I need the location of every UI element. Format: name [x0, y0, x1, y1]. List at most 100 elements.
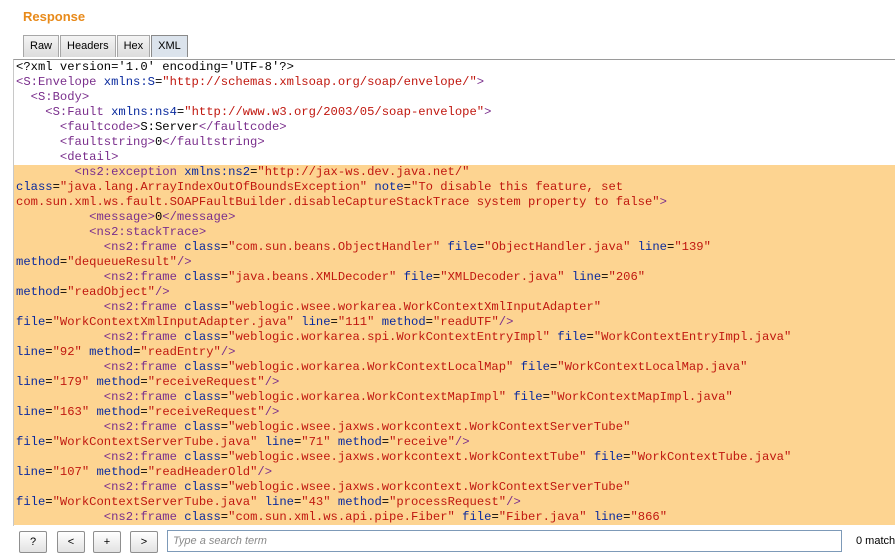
tab-hex[interactable]: Hex	[116, 35, 151, 57]
search-bar: ? < + > 0 matches	[0, 526, 895, 556]
xml-line: <ns2:stackTrace>	[14, 225, 895, 240]
xml-attr-name: line	[564, 270, 602, 284]
xml-attr-value: "receiveRequest"	[147, 405, 265, 419]
xml-attr-value: "weblogic.wsee.jaxws.workcontext.WorkCon…	[228, 450, 587, 464]
xml-attr-name: class	[176, 300, 221, 314]
xml-text: =	[491, 510, 499, 524]
xml-tag: <faultstring>	[59, 135, 155, 149]
xml-text: <?xml version='1.0' encoding='UTF-8'?>	[16, 60, 294, 74]
previous-match-button[interactable]: <	[57, 531, 85, 553]
xml-attr-value: "readHeaderOld"	[147, 465, 258, 479]
xml-attr-name: class	[176, 420, 221, 434]
xml-text: =	[45, 435, 53, 449]
xml-attr-value: "dequeueResult"	[67, 255, 177, 269]
xml-text: =	[403, 180, 411, 194]
xml-attr-value: "163"	[52, 405, 90, 419]
xml-line: <ns2:frame class="com.sun.beans.ObjectHa…	[14, 240, 895, 255]
xml-line: <message>0</message>	[14, 210, 895, 225]
xml-tag: </faultcode>	[198, 120, 287, 134]
xml-line: <ns2:frame class="weblogic.wsee.jaxws.wo…	[14, 420, 895, 435]
xml-text: =	[330, 315, 338, 329]
xml-attr-value: com.sun.xml.ws.fault.SOAPFaultBuilder.di…	[16, 195, 660, 209]
xml-tag: >	[484, 105, 492, 119]
xml-attr-value: "readUTF"	[432, 315, 499, 329]
xml-text: =	[542, 390, 550, 404]
xml-line: <ns2:frame class="weblogic.workarea.Work…	[14, 360, 895, 375]
xml-attr-name: class	[176, 270, 221, 284]
xml-attr-name: line	[293, 315, 331, 329]
tab-raw[interactable]: Raw	[23, 35, 60, 57]
xml-attr-value: "43"	[301, 495, 331, 509]
xml-line: com.sun.xml.ws.fault.SOAPFaultBuilder.di…	[14, 195, 895, 210]
xml-response-viewer[interactable]: <?xml version='1.0' encoding='UTF-8'?> <S…	[13, 59, 895, 527]
xml-attr-value: "receiveRequest"	[147, 375, 265, 389]
xml-attr-value: "WorkContextTube.java"	[630, 450, 792, 464]
xml-attr-name: method	[330, 435, 382, 449]
xml-tag: />	[220, 345, 236, 359]
xml-attr-value: "com.sun.beans.ObjectHandler"	[228, 240, 441, 254]
add-button[interactable]: +	[93, 531, 121, 553]
xml-attr-value: "179"	[52, 375, 90, 389]
xml-line: <ns2:frame class = "com.sun.xml.ws.api.pip…	[14, 510, 895, 525]
xml-attr-name: class	[176, 480, 221, 494]
xml-attr-name: method	[16, 255, 60, 269]
xml-attr-name: file	[506, 390, 543, 404]
xml-tag: />	[264, 375, 280, 389]
xml-tag: </message>	[162, 210, 236, 224]
xml-line: line="163" method="receiveRequest"/>	[14, 405, 895, 420]
tab-xml[interactable]: XML	[151, 35, 188, 57]
xml-tag: <S:Fault	[45, 105, 104, 119]
xml-tag: <ns2:frame	[103, 390, 177, 404]
xml-tag: <ns2:frame	[103, 420, 177, 434]
response-title: Response	[23, 9, 86, 24]
xml-tag: <S:Body>	[30, 90, 90, 104]
xml-tag: <ns2:stackTrace>	[89, 225, 207, 239]
xml-attr-value: "Fiber.java"	[498, 510, 587, 524]
xml-attr-value: "206"	[608, 270, 646, 284]
xml-attr-value: "weblogic.workarea.spi.WorkContextEntryI…	[228, 330, 550, 344]
xml-attr-value: "WorkContextServerTube.java"	[52, 435, 258, 449]
xml-attr-value: "java.beans.XMLDecoder"	[228, 270, 397, 284]
xml-attr-name: file	[16, 315, 46, 329]
xml-line: <?xml version='1.0' encoding='UTF-8'?>	[14, 60, 895, 75]
xml-line: file="WorkContextServerTube.java" line="…	[14, 435, 895, 450]
xml-text: =	[140, 375, 148, 389]
xml-text: =	[52, 180, 60, 194]
xml-attr-value: "processRequest"	[389, 495, 507, 509]
xml-attr-name: method	[330, 495, 382, 509]
search-input[interactable]	[167, 530, 842, 552]
xml-attr-name: class	[176, 390, 221, 404]
xml-attr-value: "weblogic.wsee.jaxws.workcontext.WorkCon…	[228, 420, 631, 434]
xml-tag: />	[257, 465, 273, 479]
view-tabs: Raw Headers Hex XML	[23, 35, 189, 58]
xml-line: method="readObject"/>	[14, 285, 895, 300]
tab-headers[interactable]: Headers	[60, 35, 116, 57]
next-match-button[interactable]: >	[130, 531, 158, 553]
xml-text: =	[140, 465, 148, 479]
xml-attr-name: class	[176, 240, 221, 254]
xml-attr-name: file	[549, 330, 587, 344]
xml-tag: />	[454, 435, 470, 449]
xml-attr-value: "WorkContextMapImpl.java"	[549, 390, 733, 404]
match-count: 0 matches	[856, 535, 895, 547]
xml-attr-name: xmlns:S	[96, 75, 155, 89]
xml-tag: <ns2:frame	[103, 510, 177, 524]
xml-text: =	[381, 495, 390, 509]
xml-tag: >	[659, 195, 667, 209]
help-button[interactable]: ?	[19, 531, 47, 553]
xml-attr-name: class	[176, 330, 221, 344]
xml-attr-value: "receive"	[389, 435, 455, 449]
xml-line: <ns2:exception xmlns:ns2="http://jax-ws.…	[14, 165, 895, 180]
xml-tag: >	[476, 75, 485, 89]
xml-attr-value: "weblogic.wsee.jaxws.workcontext.WorkCon…	[228, 480, 631, 494]
xml-attr-name: class	[176, 360, 221, 374]
xml-line: line="179" method="receiveRequest"/>	[14, 375, 895, 390]
xml-line: <ns2:frame class="weblogic.wsee.workarea…	[14, 300, 895, 315]
xml-attr-value: "com.sun.xml.ws.api.pipe.Fiber"	[228, 510, 455, 524]
xml-tag: <ns2:frame	[103, 330, 177, 344]
xml-text: =	[140, 405, 148, 419]
xml-text: =	[601, 270, 609, 284]
xml-tag: <ns2:frame	[103, 360, 177, 374]
xml-attr-name: class	[176, 510, 221, 524]
xml-tag: <ns2:frame	[103, 450, 177, 464]
